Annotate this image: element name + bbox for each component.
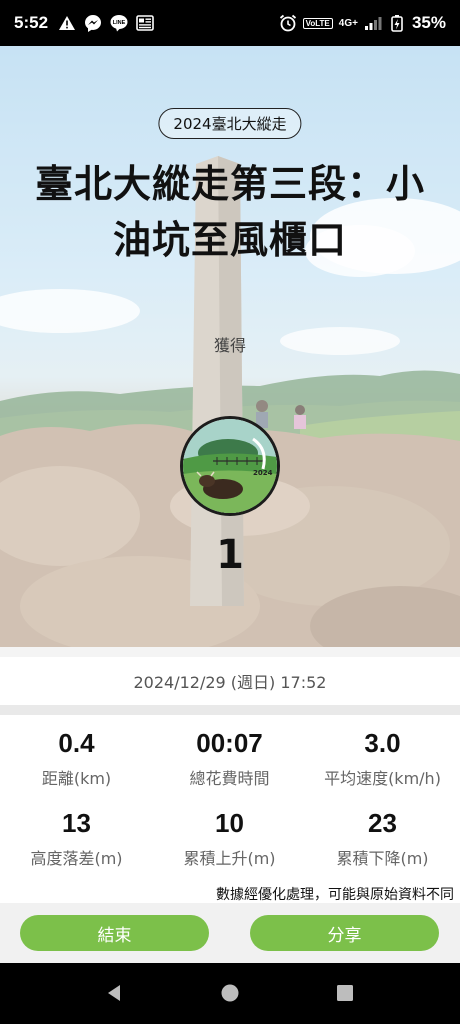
stat-elevation-diff: 13 高度落差(m) <box>0 808 153 869</box>
badge-year: 2024 <box>253 469 273 477</box>
achievement-badge: 2024 <box>180 416 280 516</box>
title-line-2: 油坑至風櫃口 <box>112 218 347 262</box>
line-icon: LINE <box>110 14 128 32</box>
back-icon[interactable] <box>102 981 126 1005</box>
stat-value: 23 <box>368 808 397 838</box>
stat-distance: 0.4 距離(km) <box>0 728 153 789</box>
recents-icon[interactable] <box>333 981 357 1005</box>
stat-label: 總花費時間 <box>189 769 270 788</box>
stat-label: 距離(km) <box>41 769 112 788</box>
battery-percent: 35% <box>411 13 446 32</box>
system-nav-bar <box>0 963 460 1024</box>
data-disclaimer: 數據經優化處理，可能與原始資料不同 <box>216 887 454 903</box>
stat-value: 3.0 <box>364 728 401 758</box>
warning-icon <box>58 14 76 32</box>
status-time: 5:52 <box>14 13 49 32</box>
badge-count: 1 <box>216 532 244 578</box>
hero-banner: 2024臺北大縱走 臺北大縱走第三段：小 油坑至風櫃口 獲得 2024 1 <box>0 46 460 647</box>
signal-icon <box>364 14 382 32</box>
cow-badge-icon: 2024 <box>183 419 277 513</box>
stat-total-time: 00:07 總花費時間 <box>153 728 306 789</box>
stat-value: 13 <box>62 808 91 838</box>
alarm-icon <box>279 14 297 32</box>
battery-charging-icon <box>388 14 406 32</box>
section-divider <box>0 705 460 715</box>
news-icon <box>136 14 154 32</box>
stat-value: 10 <box>215 808 244 838</box>
stat-value: 00:07 <box>196 728 263 758</box>
stat-avg-speed: 3.0 平均速度(km/h) <box>306 728 459 789</box>
messenger-icon <box>84 14 102 32</box>
earned-label: 獲得 <box>213 336 246 355</box>
event-tag: 2024臺北大縱走 <box>158 108 302 139</box>
action-bar: 結束 分享 <box>0 903 460 963</box>
section-gap <box>0 647 460 657</box>
share-button[interactable]: 分享 <box>250 915 439 951</box>
stat-label: 累積上升(m) <box>183 849 276 868</box>
svg-text:LINE: LINE <box>113 20 126 26</box>
home-icon[interactable] <box>218 981 242 1005</box>
stat-label: 平均速度(km/h) <box>324 769 441 788</box>
status-bar: 5:52 LINE VoLTE 4G+ 35% <box>0 0 460 46</box>
stat-label: 高度落差(m) <box>30 849 123 868</box>
network-type: 4G+ <box>338 17 358 29</box>
end-button[interactable]: 結束 <box>20 915 209 951</box>
stat-value: 0.4 <box>58 728 95 758</box>
volte-indicator: VoLTE <box>302 17 333 29</box>
stat-descent: 23 累積下降(m) <box>306 808 459 869</box>
record-datetime: 2024/12/29 (週日) 17:52 <box>0 657 460 705</box>
title-line-1: 臺北大縱走第三段：小 <box>34 162 425 206</box>
page-title: 臺北大縱走第三段：小 油坑至風櫃口 <box>0 156 460 268</box>
stat-label: 累積下降(m) <box>336 849 429 868</box>
stat-ascent: 10 累積上升(m) <box>153 808 306 869</box>
